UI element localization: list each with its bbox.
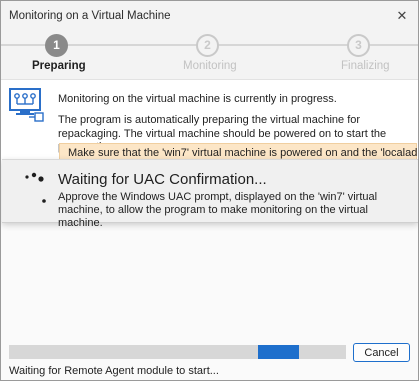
wait-title: Waiting for UAC Confirmation... [58, 171, 267, 188]
main-content: Monitoring on the virtual machine is cur… [1, 80, 419, 163]
progress-bar-fill [258, 345, 299, 359]
progress-bar [9, 345, 346, 359]
warning-text: Make sure that the 'win7' virtual machin… [68, 147, 419, 159]
progress-message: Monitoring on the virtual machine is cur… [58, 93, 337, 105]
wait-overlay: Waiting for UAC Confirmation... Approve … [2, 159, 418, 229]
step-3-indicator: 3 [347, 34, 370, 57]
virtual-machine-icon [9, 88, 44, 122]
status-text: Waiting for Remote Agent module to start… [9, 365, 219, 377]
step-1-label: Preparing [32, 60, 86, 72]
step-2-label: Monitoring [183, 60, 237, 72]
window-title: Monitoring on a Virtual Machine [9, 10, 171, 22]
wait-description: Approve the Windows UAC prompt, displaye… [58, 191, 378, 229]
dialog-window: Monitoring on a Virtual Machine ✕ 1 Prep… [0, 0, 419, 381]
step-2-indicator: 2 [196, 34, 219, 57]
cancel-button[interactable]: Cancel [353, 343, 410, 362]
title-bar: Monitoring on a Virtual Machine ✕ [1, 1, 418, 31]
wizard-steps: 1 Preparing 2 Monitoring 3 Finalizing [1, 31, 418, 80]
step-1-indicator: 1 [45, 34, 68, 57]
spinner-icon [25, 172, 46, 203]
close-icon[interactable]: ✕ [394, 8, 410, 24]
step-3-label: Finalizing [341, 60, 390, 72]
